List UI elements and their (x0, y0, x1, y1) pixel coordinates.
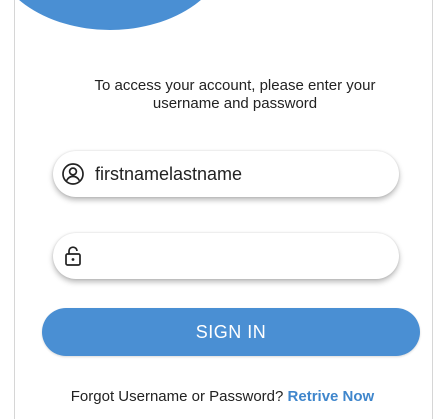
forgot-prompt: Forgot Username or Password? (70, 388, 284, 405)
username-input[interactable] (95, 163, 375, 185)
login-screen: To access your account, please enter you… (0, 0, 445, 419)
instructions-line-2: username and password (152, 95, 318, 112)
sign-in-button[interactable]: SIGN IN (42, 308, 420, 356)
user-circle-icon (61, 162, 85, 186)
lock-icon (61, 244, 85, 268)
left-edge (0, 0, 15, 419)
right-edge (432, 0, 445, 419)
retrieve-now-link[interactable]: Retrive Now (288, 388, 375, 405)
header-arc (0, 0, 230, 30)
login-instructions: To access your account, please enter you… (60, 77, 410, 113)
username-field[interactable] (53, 151, 399, 197)
instructions-line-1: To access your account, please enter you… (94, 77, 376, 94)
password-field[interactable] (53, 233, 399, 279)
forgot-credentials: Forgot Username or Password? Retrive Now (0, 388, 445, 405)
password-input[interactable] (95, 245, 375, 267)
